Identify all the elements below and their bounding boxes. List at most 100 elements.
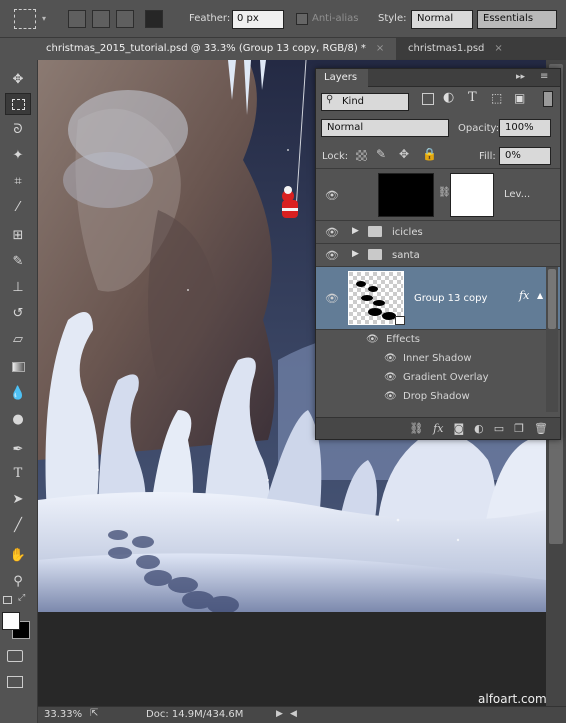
filter-pixel-icon[interactable] bbox=[422, 93, 434, 105]
close-icon[interactable]: × bbox=[494, 43, 502, 54]
expand-arrow-icon[interactable]: ▶ bbox=[352, 249, 359, 259]
visibility-eye-icon[interactable]: 👁 bbox=[323, 188, 341, 202]
type-tool-icon[interactable]: T bbox=[5, 462, 31, 484]
swap-colors-icon[interactable]: ⤢ bbox=[18, 593, 25, 603]
scroll-left-icon[interactable]: ◀ bbox=[290, 709, 297, 719]
subtract-from-selection-button[interactable] bbox=[116, 10, 134, 28]
workspace-switcher[interactable]: Essentials bbox=[477, 10, 557, 29]
visibility-eye-icon[interactable]: 👁 bbox=[323, 291, 341, 305]
visibility-eye-icon[interactable]: 👁 bbox=[384, 368, 397, 387]
crop-tool-icon[interactable]: ⌗ bbox=[5, 170, 31, 192]
opacity-input[interactable]: 100% bbox=[499, 119, 551, 137]
lock-position-icon[interactable]: ✥ bbox=[399, 147, 409, 161]
screen-mode-icon[interactable] bbox=[7, 676, 23, 688]
healing-brush-tool-icon[interactable]: ⊞ bbox=[5, 224, 31, 246]
layer-row-santa[interactable]: 👁 ▶ santa bbox=[316, 244, 560, 267]
brush-tool-icon[interactable]: ✎ bbox=[5, 250, 31, 272]
effect-row-gradient-overlay[interactable]: 👁 Gradient Overlay bbox=[316, 368, 560, 387]
add-style-fx-icon[interactable]: fx bbox=[433, 422, 443, 435]
feather-input[interactable]: 0 px bbox=[232, 10, 284, 29]
document-tabs: christmas_2015_tutorial.psd @ 33.3% (Gro… bbox=[38, 38, 566, 60]
quick-mask-icon[interactable] bbox=[7, 650, 23, 662]
layers-panel-header: Layers ▸▸ ≡ bbox=[316, 69, 560, 87]
add-to-selection-button[interactable] bbox=[92, 10, 110, 28]
export-icon[interactable]: ⇱ bbox=[90, 708, 98, 719]
effect-row-drop-shadow[interactable]: 👁 Drop Shadow bbox=[316, 387, 560, 406]
layer-row-levels[interactable]: 👁 ⛓ Lev... bbox=[316, 168, 560, 221]
marquee-tool-preset-icon[interactable] bbox=[14, 9, 36, 29]
eyedropper-tool-icon[interactable]: ⁄ bbox=[5, 196, 31, 218]
new-adjustment-layer-icon[interactable]: ◐ bbox=[474, 422, 484, 435]
effect-name: Drop Shadow bbox=[403, 391, 470, 402]
new-selection-button[interactable] bbox=[68, 10, 86, 28]
zoom-tool-icon[interactable]: ⚲ bbox=[5, 570, 31, 592]
style-select[interactable]: Normal bbox=[411, 10, 473, 29]
pen-tool-icon[interactable]: ✒ bbox=[5, 438, 31, 460]
filter-type-icon[interactable]: T bbox=[468, 90, 477, 105]
collapse-effects-icon[interactable]: ▲ bbox=[537, 291, 543, 300]
visibility-eye-icon[interactable]: 👁 bbox=[323, 248, 341, 262]
visibility-eye-icon[interactable]: 👁 bbox=[384, 387, 397, 406]
blend-mode-select[interactable]: Normal bbox=[321, 119, 449, 137]
mask-link-icon[interactable]: ⛓ bbox=[438, 187, 451, 198]
gradient-tool-icon[interactable] bbox=[5, 356, 31, 378]
visibility-eye-icon[interactable]: 👁 bbox=[384, 349, 397, 368]
effect-name: Inner Shadow bbox=[403, 353, 472, 364]
new-group-icon[interactable]: ▭ bbox=[494, 422, 504, 435]
filter-adjustment-icon[interactable]: ◐ bbox=[443, 90, 454, 105]
visibility-eye-icon[interactable]: 👁 bbox=[366, 330, 379, 349]
tab-label: christmas1.psd bbox=[408, 43, 485, 54]
fx-icon[interactable]: fx bbox=[519, 289, 529, 302]
dodge-tool-icon[interactable]: ● bbox=[5, 408, 31, 430]
layers-scrollbar[interactable] bbox=[546, 267, 558, 412]
scroll-thumb[interactable] bbox=[548, 269, 556, 329]
path-selection-tool-icon[interactable]: ➤ bbox=[5, 488, 31, 510]
filter-toggle-icon[interactable] bbox=[543, 91, 553, 107]
opacity-value: 100% bbox=[505, 122, 534, 133]
clone-stamp-tool-icon[interactable]: ⊥ bbox=[5, 276, 31, 298]
expand-arrow-icon[interactable]: ▶ bbox=[352, 226, 359, 236]
close-icon[interactable]: × bbox=[376, 43, 384, 54]
hand-tool-icon[interactable]: ✋ bbox=[5, 544, 31, 566]
lasso-tool-icon[interactable]: ᘐ bbox=[5, 118, 31, 140]
magic-wand-tool-icon[interactable]: ✦ bbox=[5, 144, 31, 166]
history-brush-tool-icon[interactable]: ↺ bbox=[5, 302, 31, 324]
fill-input[interactable]: 0% bbox=[499, 147, 551, 165]
antialias-checkbox[interactable] bbox=[296, 13, 308, 25]
zoom-level[interactable]: 33.33% bbox=[44, 709, 82, 720]
layer-row-icicles[interactable]: 👁 ▶ icicles bbox=[316, 221, 560, 244]
add-mask-icon[interactable]: ◙ bbox=[453, 422, 464, 435]
visibility-eye-icon[interactable]: 👁 bbox=[323, 225, 341, 239]
filter-kind-select[interactable]: Kind bbox=[321, 93, 409, 111]
new-layer-icon[interactable]: ❐ bbox=[514, 422, 524, 435]
blur-tool-icon[interactable]: 💧 bbox=[5, 382, 31, 404]
layer-name: icicles bbox=[392, 227, 423, 238]
tab-christmas-2015-tutorial[interactable]: christmas_2015_tutorial.psd @ 33.3% (Gro… bbox=[38, 38, 396, 60]
folder-icon bbox=[368, 249, 382, 260]
effect-row-inner-shadow[interactable]: 👁 Inner Shadow bbox=[316, 349, 560, 368]
effects-row[interactable]: 👁 Effects bbox=[316, 330, 560, 349]
delete-layer-icon[interactable]: 🗑 bbox=[534, 422, 548, 435]
tab-christmas1[interactable]: christmas1.psd × bbox=[400, 38, 526, 60]
filter-smart-object-icon[interactable]: ▣ bbox=[514, 91, 525, 105]
intersect-selection-button[interactable] bbox=[145, 10, 163, 28]
lock-all-icon[interactable]: 🔒 bbox=[422, 147, 437, 161]
filter-shape-icon[interactable]: ⬚ bbox=[491, 91, 502, 105]
layers-tab[interactable]: Layers bbox=[316, 69, 368, 87]
move-tool-icon[interactable]: ✥ bbox=[5, 68, 31, 90]
status-menu-arrow-icon[interactable]: ▶ bbox=[276, 709, 283, 719]
search-icon: ⚲ bbox=[326, 94, 334, 105]
lock-image-icon[interactable]: ✎ bbox=[376, 147, 386, 161]
rectangular-marquee-tool-icon[interactable] bbox=[5, 93, 31, 115]
layers-panel: Layers ▸▸ ≡ Kind ⚲ ◐ T ⬚ ▣ Normal Opacit… bbox=[315, 68, 561, 440]
layer-mask-thumbnail[interactable] bbox=[450, 173, 494, 217]
line-tool-icon[interactable]: ╱ bbox=[5, 514, 31, 536]
lock-transparent-icon[interactable] bbox=[356, 150, 367, 161]
panel-menu-icon[interactable]: ≡ bbox=[540, 71, 548, 82]
foreground-color-swatch[interactable] bbox=[2, 612, 20, 630]
link-layers-icon[interactable]: ⛓ bbox=[409, 422, 423, 435]
collapse-icon[interactable]: ▸▸ bbox=[516, 72, 525, 82]
default-colors-icon[interactable] bbox=[3, 596, 12, 604]
layer-row-group-13-copy[interactable]: 👁 Group 13 copy fx ▲ bbox=[316, 267, 560, 330]
eraser-tool-icon[interactable]: ▱ bbox=[5, 328, 31, 350]
